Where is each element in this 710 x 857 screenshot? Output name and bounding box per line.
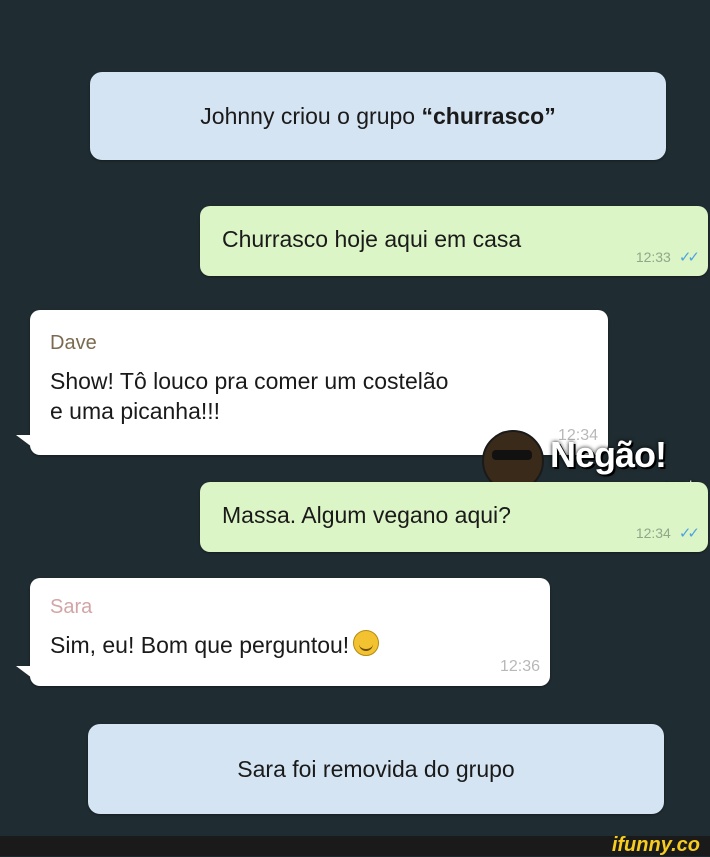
message-text: Churrasco hoje aqui em casa	[222, 226, 522, 252]
smiley-emoji-icon	[353, 630, 380, 656]
chat-area: Johnny criou o grupo “churrasco” Churras…	[0, 0, 710, 836]
system-message-text: Johnny criou o grupo	[200, 103, 422, 129]
watermark-text: Negão!	[550, 434, 667, 475]
message-time: 12:34	[635, 525, 671, 541]
system-message-removed: Sara foi removida do grupo	[88, 724, 664, 814]
message-time: 12:33	[635, 249, 671, 265]
message-text: Show! Tô louco pra comer um costelão e u…	[50, 366, 570, 426]
message-time: 12:36	[499, 658, 540, 675]
message-text: Sim, eu! Bom que perguntou!	[50, 632, 350, 658]
message-bubble-incoming[interactable]: Sara Sim, eu! Bom que perguntou! 12:36	[16, 578, 550, 686]
group-name: “churrasco”	[421, 103, 556, 129]
message-text: Massa. Algum vegano aqui?	[222, 502, 511, 528]
ifunny-logo[interactable]: ifunny.co	[612, 834, 700, 857]
message-meta: 12:33 ✓✓	[635, 248, 700, 266]
system-message-group-created: Johnny criou o grupo “churrasco”	[90, 72, 666, 160]
message-bubble-outgoing[interactable]: Churrasco hoje aqui em casa 12:33 ✓✓	[200, 206, 708, 276]
read-receipt-icon: ✓✓	[678, 249, 700, 266]
read-receipt-icon: ✓✓	[678, 525, 700, 542]
sender-name: Sara	[50, 596, 93, 618]
footer-bar: ifunny.co	[0, 834, 710, 857]
message-text-line: Show! Tô louco pra comer um costelão	[50, 368, 449, 394]
message-meta: 12:34 ✓✓	[635, 524, 700, 542]
message-text-row: Sim, eu! Bom que perguntou!	[50, 630, 380, 660]
message-bubble-outgoing[interactable]: Massa. Algum vegano aqui? 12:34 ✓✓	[200, 482, 708, 552]
sender-name: Dave	[50, 332, 97, 354]
